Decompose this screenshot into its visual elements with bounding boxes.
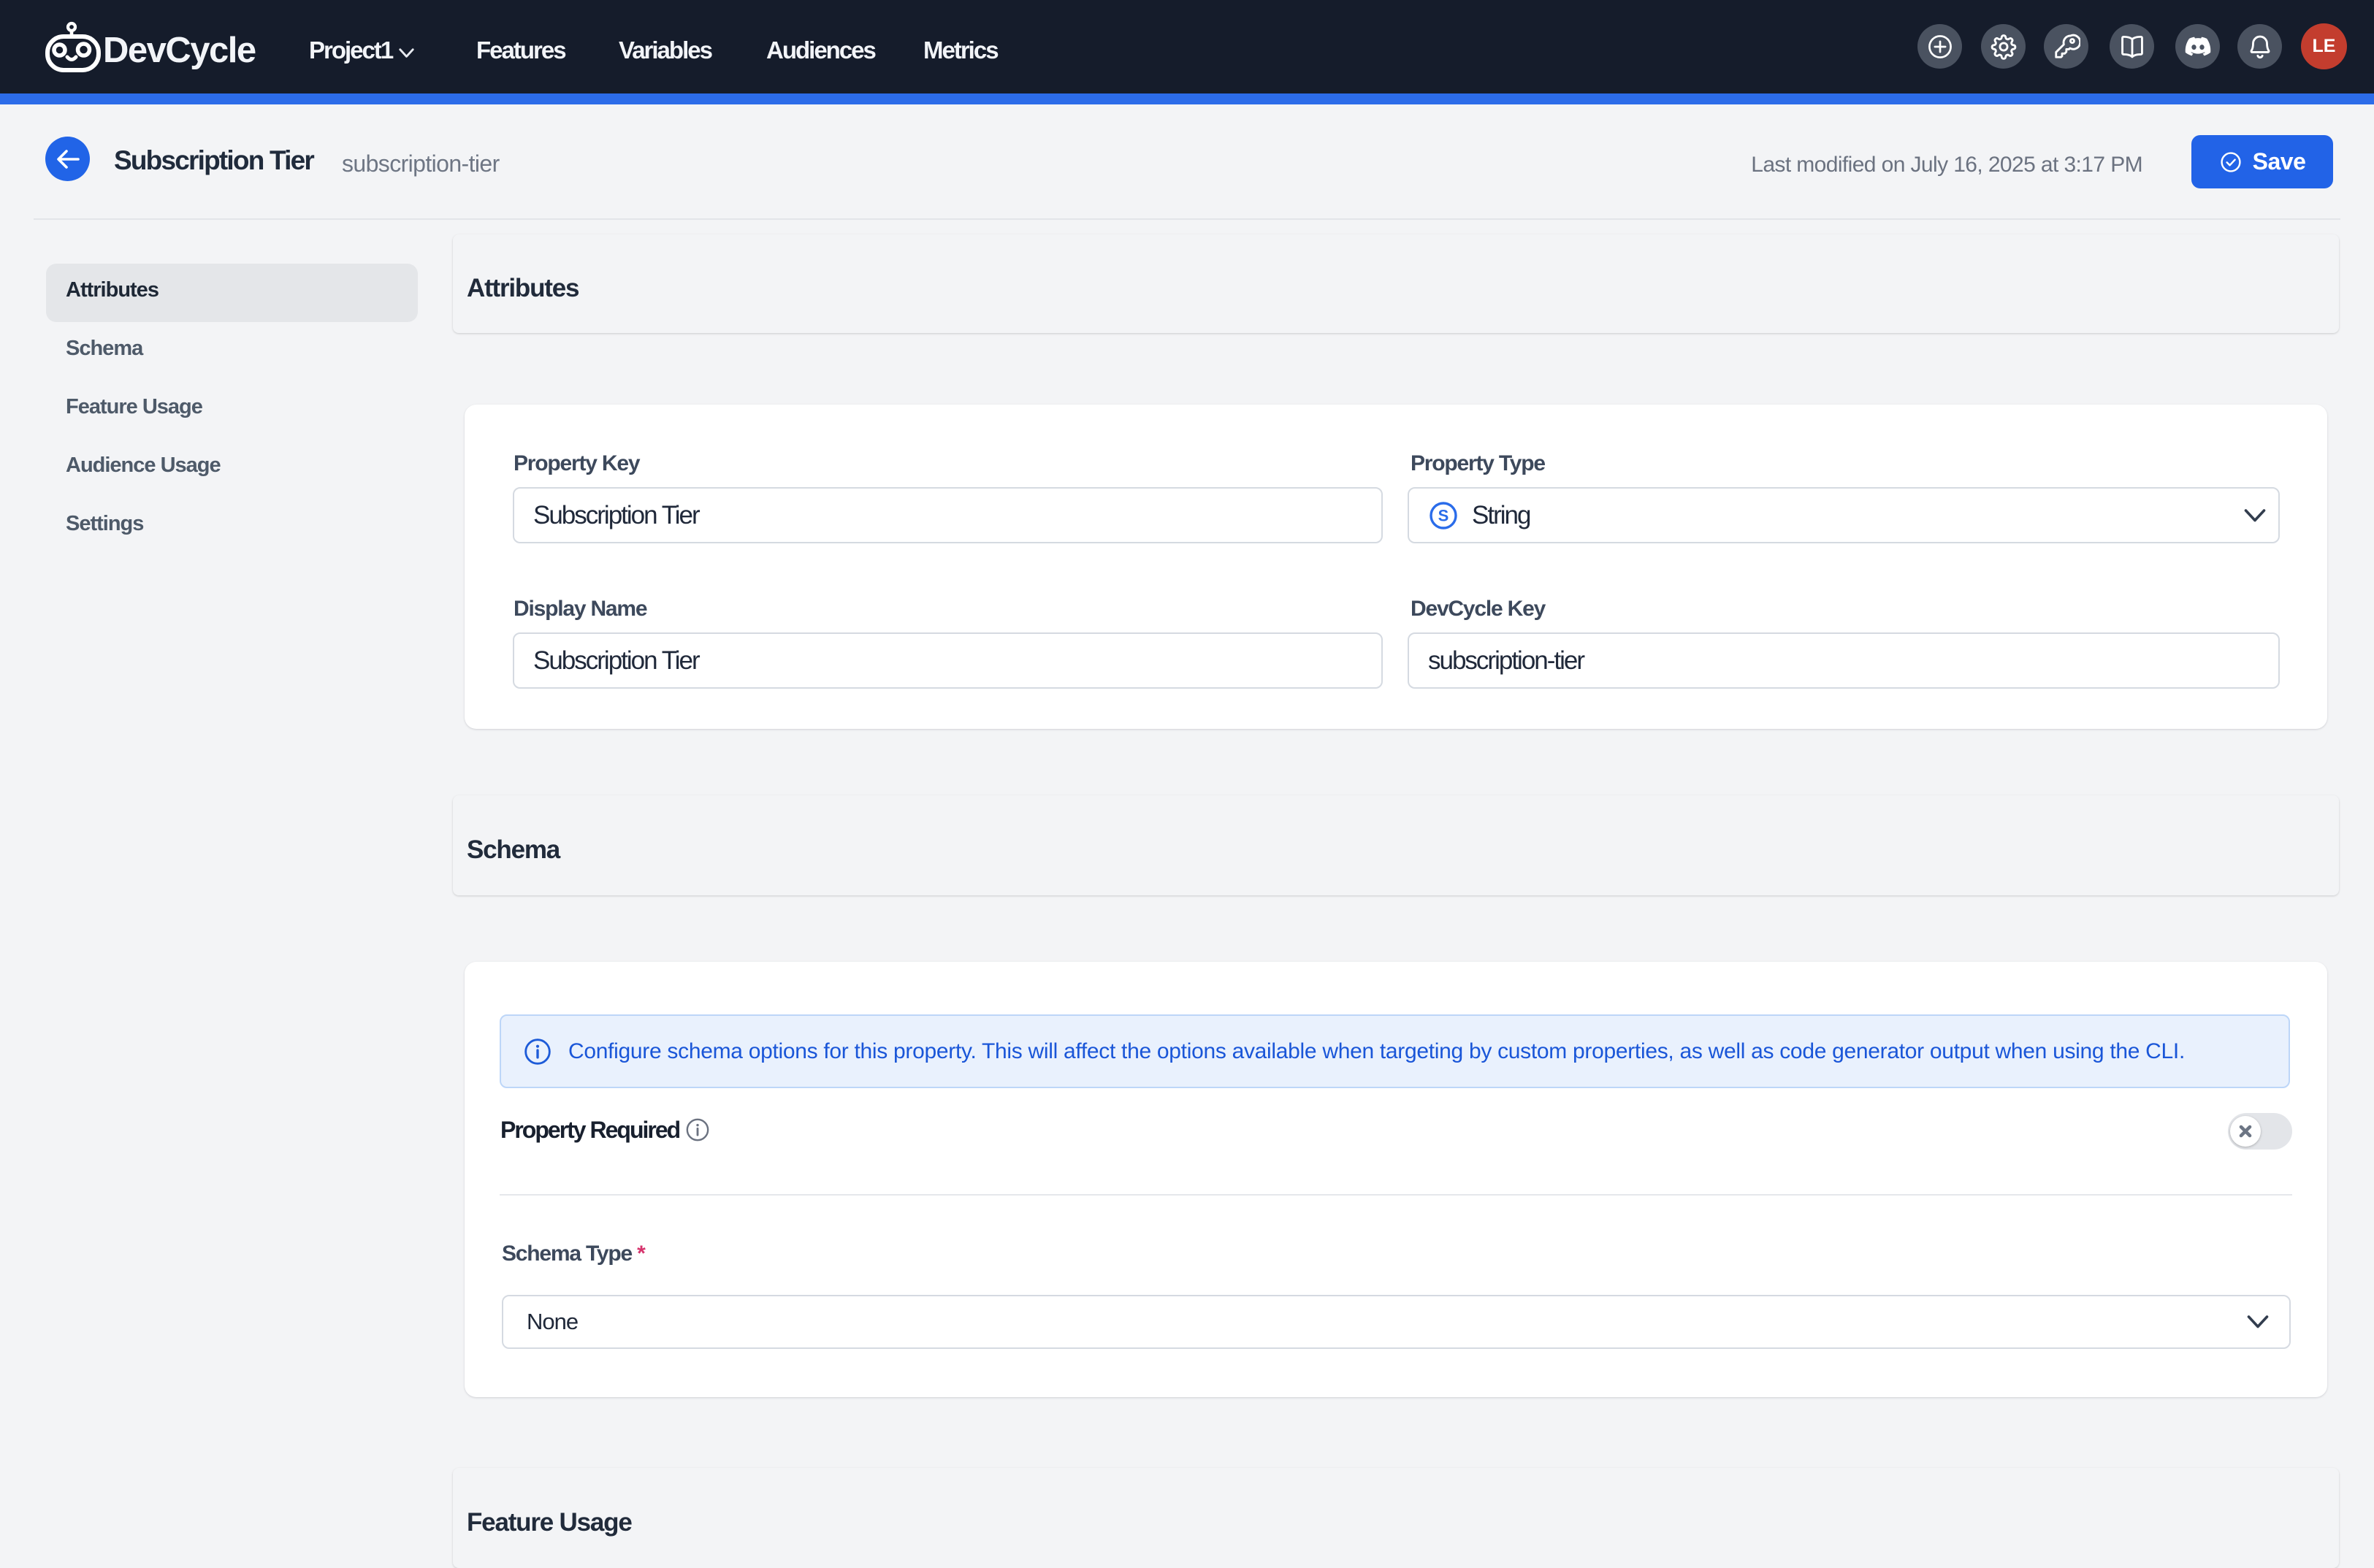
svg-text:S: S xyxy=(1438,506,1449,524)
